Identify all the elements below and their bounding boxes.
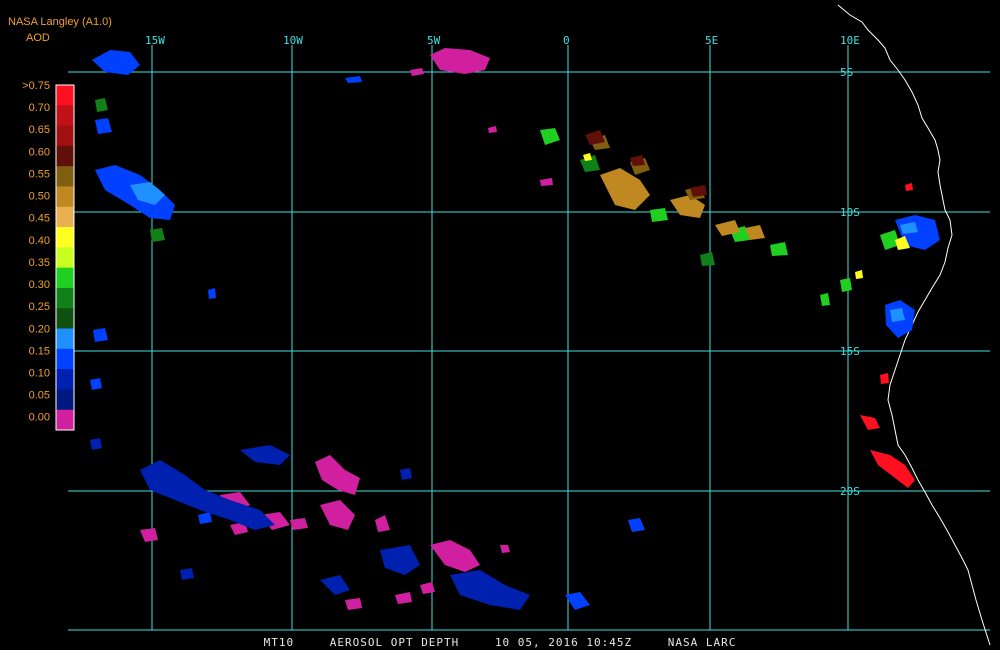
aod-brown [590,135,705,200]
lat-label-10s: 10S [840,206,860,219]
aod-dark-blue [90,438,530,610]
lon-label-10w: 10W [283,34,303,47]
legend-label: 0.10 [29,368,50,380]
legend-label: 0.15 [29,345,50,357]
lon-label-0: 0 [563,34,570,47]
legend-label: 0.40 [29,235,50,247]
lat-label-15s: 15S [840,345,860,358]
legend-swatch [56,166,74,187]
aod-blue [90,50,940,610]
lon-label-15w: 15W [145,34,165,47]
legend-label: 0.05 [29,390,50,402]
lat-label-20s: 20S [840,485,860,498]
aod-yellow [583,153,910,279]
african-coastline [837,4,991,646]
aod-legend: >0.75 0.70 0.65 0.60 0.55 0.50 0.45 0.40 0.35 0.3… [22,80,75,431]
legend-label: 0.60 [29,146,50,158]
grid-labels: 15W 10W 5W 0 5E 10E 5S 10S 15S 20S [145,34,860,498]
lat-lon-grid [68,45,990,631]
legend-label: 0.50 [29,191,50,203]
legend-swatch [56,409,74,431]
footer-product: MT10 [263,636,295,649]
legend-swatch [56,125,74,147]
legend-label: 0.55 [29,168,50,180]
legend-swatch [56,369,74,390]
legend-swatch [56,145,74,167]
footer-caption: MT10 AEROSOL OPT DEPTH 10 05, 2016 10:45… [0,636,1000,649]
footer-agency: NASA LARC [667,636,737,649]
legend-label: 0.45 [29,213,50,225]
legend-label: 0.00 [29,412,50,424]
legend-swatch [56,186,74,208]
lon-label-5w: 5W [427,34,441,47]
lon-label-10e: 10E [840,34,860,47]
legend-swatch [56,247,74,269]
legend-swatch [56,227,74,248]
legend-swatch [56,287,74,309]
lat-label-5s: 5S [840,66,853,79]
legend-swatch [56,267,74,289]
legend-swatch [56,348,74,370]
product-label: AOD [26,32,50,44]
aod-low-magenta [140,48,553,610]
footer-datetime: 10 05, 2016 10:45Z [494,636,633,649]
legend-label: 0.25 [29,301,50,313]
legend-swatch [56,85,74,106]
legend-label: 0.35 [29,257,50,269]
aod-map: 15W 10W 5W 0 5E 10E 5S 10S 15S 20S >0.75… [22,4,991,646]
legend-swatch [56,389,74,411]
aod-light-blue [130,182,918,322]
legend-label: 0.65 [29,124,50,136]
legend-swatch [56,328,74,350]
footer-title: AEROSOL OPT DEPTH [329,636,460,649]
legend-swatch [56,206,74,228]
legend-label: >0.75 [22,80,50,92]
legend-label: 0.20 [29,323,50,335]
legend-label: 0.30 [29,279,50,291]
legend-swatch [56,105,74,127]
lon-label-5e: 5E [705,34,718,47]
legend-swatch [56,308,74,330]
legend-label: 0.70 [29,102,50,114]
source-label: NASA Langley (A1.0) [8,16,112,28]
